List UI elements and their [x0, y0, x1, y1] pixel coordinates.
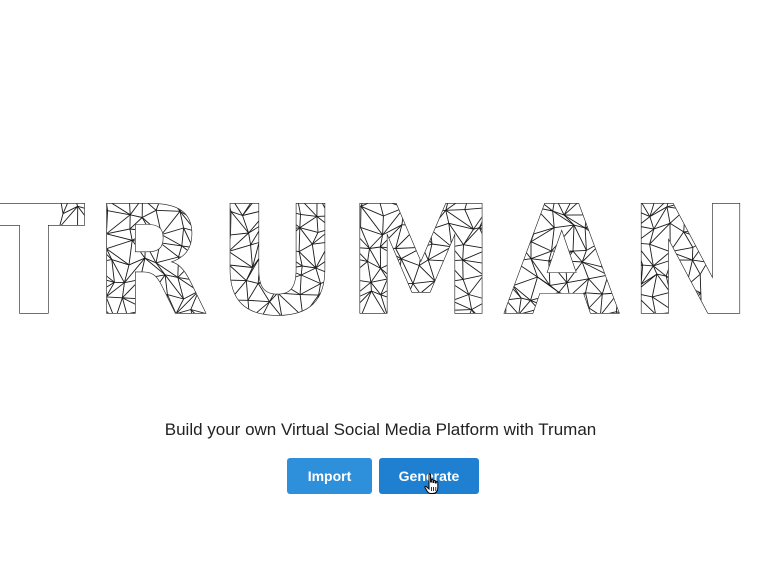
mesh-line	[434, 280, 450, 283]
tagline: Build your own Virtual Social Media Plat…	[164, 420, 597, 439]
mesh-line	[224, 279, 247, 282]
mesh-line	[230, 211, 232, 235]
mesh-line	[228, 251, 230, 266]
mesh-line	[144, 243, 146, 259]
mesh-line	[370, 282, 372, 292]
mesh-line	[411, 199, 431, 201]
mesh-line	[301, 332, 311, 335]
mesh-line	[166, 313, 177, 315]
hand-pointer-icon	[424, 473, 439, 494]
mesh-line	[699, 274, 702, 293]
mesh-line	[166, 294, 168, 315]
mesh-line	[430, 199, 432, 212]
action-buttons: Import Generate	[0, 458, 761, 494]
mesh-line	[480, 317, 506, 319]
mesh-line	[300, 294, 319, 296]
landing-page: TRUMAN TRUMAN Build your own Virtual Soc…	[0, 0, 761, 572]
import-button[interactable]: Import	[287, 458, 372, 494]
mesh-line	[182, 325, 196, 327]
mesh-line	[145, 242, 161, 244]
mesh-line	[700, 292, 702, 311]
